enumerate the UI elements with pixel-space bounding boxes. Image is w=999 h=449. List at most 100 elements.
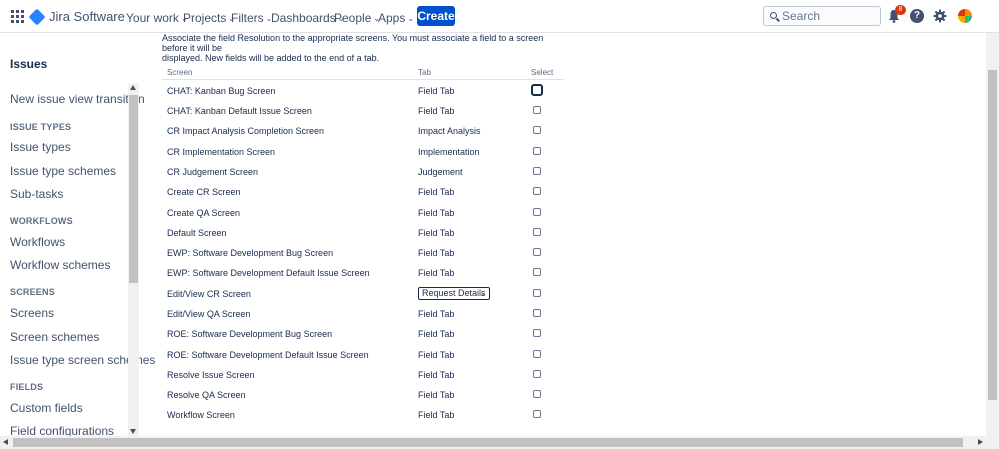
search-icon: [770, 12, 777, 19]
table-row-screen: Create QA Screen: [167, 208, 241, 218]
sidebar-title: Issues: [10, 57, 48, 71]
table-row-tab: Judgement: [418, 167, 463, 177]
select-checkbox[interactable]: [533, 329, 541, 337]
select-checkbox[interactable]: [533, 370, 541, 378]
intro-text: Associate the field Resolution to the ap…: [162, 33, 552, 63]
table-row-screen: EWP: Software Development Bug Screen: [167, 248, 334, 258]
table-row-screen: Resolve QA Screen: [167, 390, 246, 400]
select-checkbox[interactable]: [533, 248, 541, 256]
jira-logo-icon: [28, 8, 46, 25]
table-row-screen: CR Impact Analysis Completion Screen: [167, 126, 325, 136]
table-row-screen: Resolve Issue Screen: [167, 370, 255, 380]
table-row-tab: Field Tab: [418, 329, 455, 339]
table-row-tab: Field Tab: [418, 350, 455, 360]
column-header-select: Select: [531, 68, 554, 77]
table-row-tab: Field Tab: [418, 268, 455, 278]
chevron-down-icon: ⌄: [479, 289, 486, 298]
chevron-down-icon: ⌄: [407, 14, 415, 23]
table-row-screen: Edit/View QA Screen: [167, 309, 251, 319]
select-checkbox[interactable]: [533, 126, 541, 134]
table-row-tab: Field Tab: [418, 370, 455, 380]
page-horizontal-scrollbar-thumb[interactable]: [13, 438, 963, 447]
intro-line: Associate the field Resolution to the ap…: [162, 33, 544, 53]
page-horizontal-scrollbar[interactable]: [0, 436, 999, 449]
sidebar-item-custom-fields[interactable]: Custom fields: [10, 401, 83, 415]
search-box[interactable]: [763, 6, 881, 26]
table-row-screen: CHAT: Kanban Bug Screen: [167, 86, 276, 96]
table-row-tab: Field Tab: [418, 228, 455, 238]
table-row-tab: Field Tab: [418, 187, 455, 197]
scroll-up-arrow-icon[interactable]: [130, 85, 136, 90]
scroll-down-arrow-icon[interactable]: [130, 429, 136, 434]
table-row-screen: ROE: Software Development Default Issue …: [167, 350, 369, 360]
tab-select-dropdown[interactable]: Request Details ⌄: [418, 287, 490, 300]
column-header-screen: Screen: [167, 68, 193, 77]
notification-badge: 8: [895, 5, 906, 15]
top-navigation: Jira Software Your work ⌄ Projects ⌄ Filte…: [0, 0, 999, 33]
select-checkbox[interactable]: [533, 187, 541, 195]
sidebar-item-issue-type-schemes[interactable]: Issue type schemes: [10, 164, 116, 178]
table-row-tab: Field Tab: [418, 248, 455, 258]
nav-apps[interactable]: Apps ⌄: [378, 11, 414, 25]
select-checkbox[interactable]: [533, 309, 541, 317]
table-row-screen: Create CR Screen: [167, 187, 241, 197]
select-checkbox[interactable]: [533, 268, 541, 276]
header-divider: [162, 79, 564, 80]
help-icon[interactable]: ?: [910, 9, 924, 23]
table-row-tab: Field Tab: [418, 309, 455, 319]
sidebar-scrollbar[interactable]: [128, 83, 139, 436]
table-row-tab: Implementation: [418, 147, 480, 157]
create-button[interactable]: Create: [417, 6, 455, 26]
sidebar-section-workflows: WORKFLOWS: [10, 216, 73, 226]
table-row-screen: EWP: Software Development Default Issue …: [167, 268, 370, 278]
table-row-screen: Default Screen: [167, 228, 227, 238]
table-row-tab: Field Tab: [418, 390, 455, 400]
sidebar-item-new-issue-view-transition[interactable]: New issue view transition: [10, 92, 145, 106]
sidebar-item-workflow-schemes[interactable]: Workflow schemes: [10, 258, 110, 272]
sidebar-item-issue-types[interactable]: Issue types: [10, 140, 71, 154]
product-name: Jira Software: [49, 9, 125, 24]
table-row-screen: CHAT: Kanban Default Issue Screen: [167, 106, 312, 116]
select-checkbox[interactable]: [531, 84, 543, 96]
avatar[interactable]: [958, 9, 972, 23]
select-checkbox[interactable]: [533, 167, 541, 175]
column-header-tab: Tab: [418, 68, 431, 77]
table-row-tab: Field Tab: [418, 106, 455, 116]
table-row-screen: Edit/View CR Screen: [167, 289, 251, 299]
sidebar-section-issue-types: ISSUE TYPES: [10, 122, 72, 132]
app-switcher-icon[interactable]: [11, 10, 24, 23]
table-row-screen: CR Implementation Screen: [167, 147, 276, 157]
sidebar-section-fields: FIELDS: [10, 382, 44, 392]
table-row-screen: ROE: Software Development Bug Screen: [167, 329, 333, 339]
page-vertical-scrollbar[interactable]: [986, 33, 999, 436]
page-vertical-scrollbar-thumb[interactable]: [988, 70, 997, 400]
table-row-tab: Field Tab: [418, 208, 455, 218]
select-checkbox[interactable]: [533, 228, 541, 236]
select-checkbox[interactable]: [533, 289, 541, 297]
sidebar-item-workflows[interactable]: Workflows: [10, 235, 65, 249]
sidebar-section-screens: SCREENS: [10, 287, 55, 297]
scroll-right-arrow-icon[interactable]: [978, 439, 983, 445]
sidebar-item-screen-schemes[interactable]: Screen schemes: [10, 330, 99, 344]
nav-filters[interactable]: Filters ⌄: [231, 11, 272, 25]
nav-your-work[interactable]: Your work ⌄: [126, 11, 188, 25]
select-checkbox[interactable]: [533, 410, 541, 418]
sidebar-item-screens[interactable]: Screens: [10, 306, 54, 320]
select-checkbox[interactable]: [533, 208, 541, 216]
table-row-tab: Field Tab: [418, 410, 455, 420]
sidebar-scrollbar-thumb[interactable]: [129, 95, 138, 283]
select-checkbox[interactable]: [533, 106, 541, 114]
sidebar: Issues New issue view transition ISSUE T…: [0, 33, 155, 438]
select-checkbox[interactable]: [533, 390, 541, 398]
gear-icon[interactable]: [933, 9, 947, 23]
select-checkbox[interactable]: [533, 350, 541, 358]
scroll-left-arrow-icon[interactable]: [3, 439, 8, 445]
product-logo[interactable]: Jira Software: [28, 8, 125, 25]
nav-projects[interactable]: Projects ⌄: [183, 11, 235, 25]
search-input[interactable]: [782, 9, 878, 23]
tab-select-value: Request Details: [422, 288, 486, 298]
sidebar-item-sub-tasks[interactable]: Sub-tasks: [10, 187, 63, 201]
select-checkbox[interactable]: [533, 147, 541, 155]
intro-line: displayed. New fields will be added to t…: [162, 53, 380, 63]
nav-people[interactable]: People ⌄: [334, 11, 380, 25]
